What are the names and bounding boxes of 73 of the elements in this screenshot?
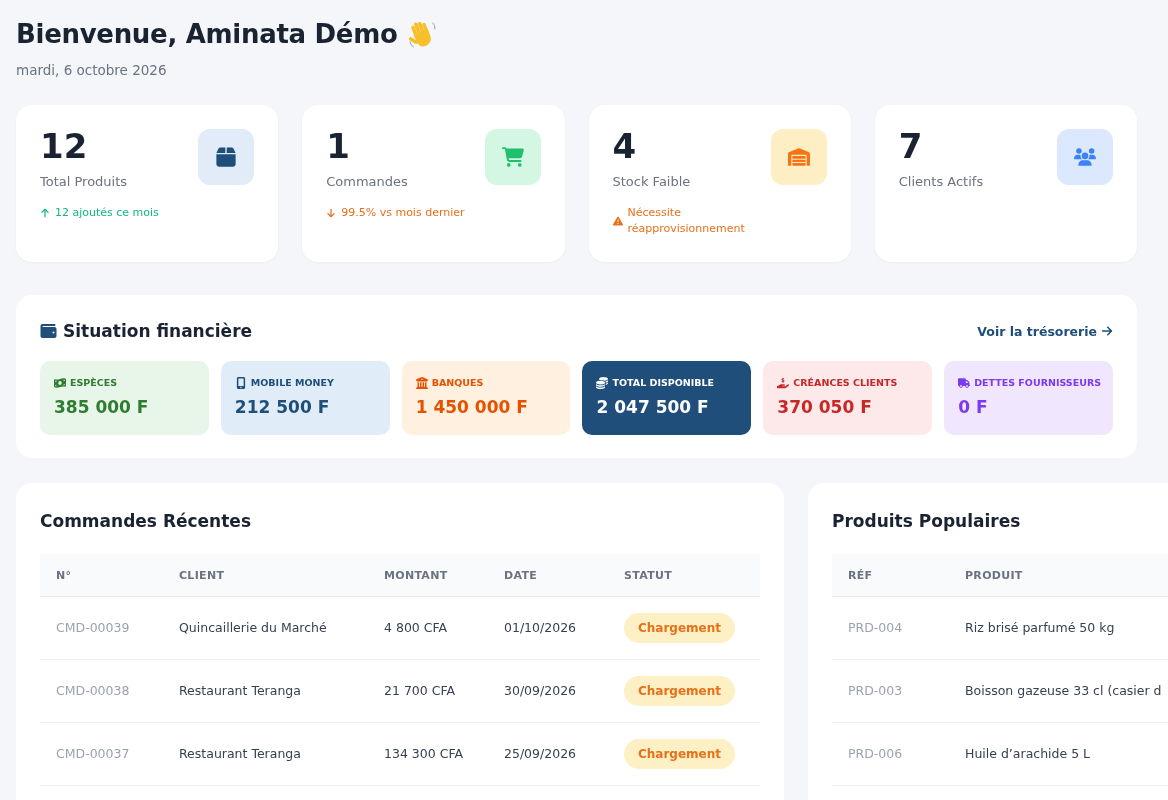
finance-label: MOBILE MONEY (250, 377, 334, 389)
finance-label: ESPÈCES (70, 377, 118, 389)
stat-label: Total Produits (40, 173, 129, 191)
product-name: Boisson gazeuse 33 cl (casier d (965, 682, 1162, 700)
column-header: N° (55, 568, 73, 582)
finance-amount: 2 047 500 F (596, 396, 710, 418)
client-name: Quincaillerie du Marché (179, 619, 327, 637)
finance-label: TOTAL DISPONIBLE (612, 377, 715, 389)
treasury-link[interactable]: Voir la trésorerie (977, 323, 1113, 339)
coins-icon (596, 377, 609, 389)
finance-label: CRÉANCES CLIENTS (793, 377, 898, 389)
order-number: CMD-00039 (56, 619, 130, 637)
users-icon (1057, 129, 1113, 185)
status-badge: Chargement (624, 613, 735, 643)
column-header: RÉF (847, 568, 874, 582)
finance-amount: 370 050 F (777, 396, 873, 418)
product-ref: PRD-003 (848, 682, 903, 700)
order-amount: 134 300 CFA (384, 745, 463, 763)
order-number: CMD-00037 (56, 745, 130, 763)
client-name: Restaurant Teranga (179, 682, 301, 700)
product-ref: PRD-006 (848, 745, 903, 763)
warning-icon (612, 216, 623, 226)
client-name: Restaurant Teranga (179, 745, 301, 763)
arrow-up-icon (40, 208, 50, 218)
stat-trend: 12 ajoutés ce mois (55, 205, 159, 221)
stat-value: 12 (40, 129, 89, 163)
status-badge: Chargement (624, 676, 735, 706)
column-header: PRODUIT (964, 568, 1024, 582)
truck-icon (958, 377, 971, 389)
product-name: Huile d’arachide 5 L (965, 745, 1091, 763)
stat-trend: Nécessite réapprovisionnement (627, 205, 746, 237)
page-title: Bienvenue, Aminata Démo (16, 18, 398, 51)
stat-label: Clients Actifs (898, 173, 985, 191)
order-amount: 4 800 CFA (384, 619, 448, 637)
cart-icon (484, 129, 541, 185)
column-header: STATUT (623, 568, 673, 582)
finance-label: DETTES FOURNISSEURS (974, 377, 1102, 389)
arrow-right-icon (1101, 325, 1113, 337)
section-title: Situation financière (63, 320, 253, 343)
stat-value: 1 (326, 129, 351, 163)
arrow-down-icon (326, 208, 337, 218)
stat-value: 7 (898, 129, 924, 163)
product-ref: PRD-004 (848, 619, 903, 637)
status-badge: Chargement (624, 739, 735, 769)
product-name: Riz brisé parfumé 50 kg (965, 619, 1115, 637)
order-date: 01/10/2026 (504, 619, 577, 637)
finance-label: BANQUES (431, 377, 484, 389)
box-icon (198, 129, 255, 185)
section-title: Produits Populaires (832, 510, 1022, 533)
finance-amount: 385 000 F (54, 396, 150, 418)
column-header: MONTANT (383, 568, 449, 582)
hand-coin-icon (777, 377, 790, 389)
finance-amount: 0 F (958, 396, 989, 418)
section-title: Commandes Récentes (40, 510, 252, 533)
finance-amount: 1 450 000 F (415, 396, 529, 418)
stat-trend: 99.5% vs mois dernier (341, 205, 465, 221)
order-number: CMD-00038 (56, 682, 130, 700)
stat-label: Commandes (326, 173, 409, 191)
bank-icon (415, 377, 428, 389)
order-amount: 21 700 CFA (384, 682, 456, 700)
current-date: mardi, 6 octobre 2026 (16, 61, 168, 80)
column-header: DATE (503, 568, 538, 582)
order-date: 25/09/2026 (504, 745, 577, 763)
warehouse-icon (770, 129, 827, 185)
order-date: 30/09/2026 (504, 682, 577, 700)
stat-value: 4 (612, 129, 638, 163)
waving-hand-icon (407, 19, 438, 49)
wallet-icon (40, 323, 57, 339)
stat-label: Stock Faible (612, 173, 692, 191)
banknote-icon (54, 377, 66, 389)
phone-icon (234, 377, 247, 389)
finance-amount: 212 500 F (234, 396, 331, 418)
column-header: CLIENT (178, 568, 226, 582)
